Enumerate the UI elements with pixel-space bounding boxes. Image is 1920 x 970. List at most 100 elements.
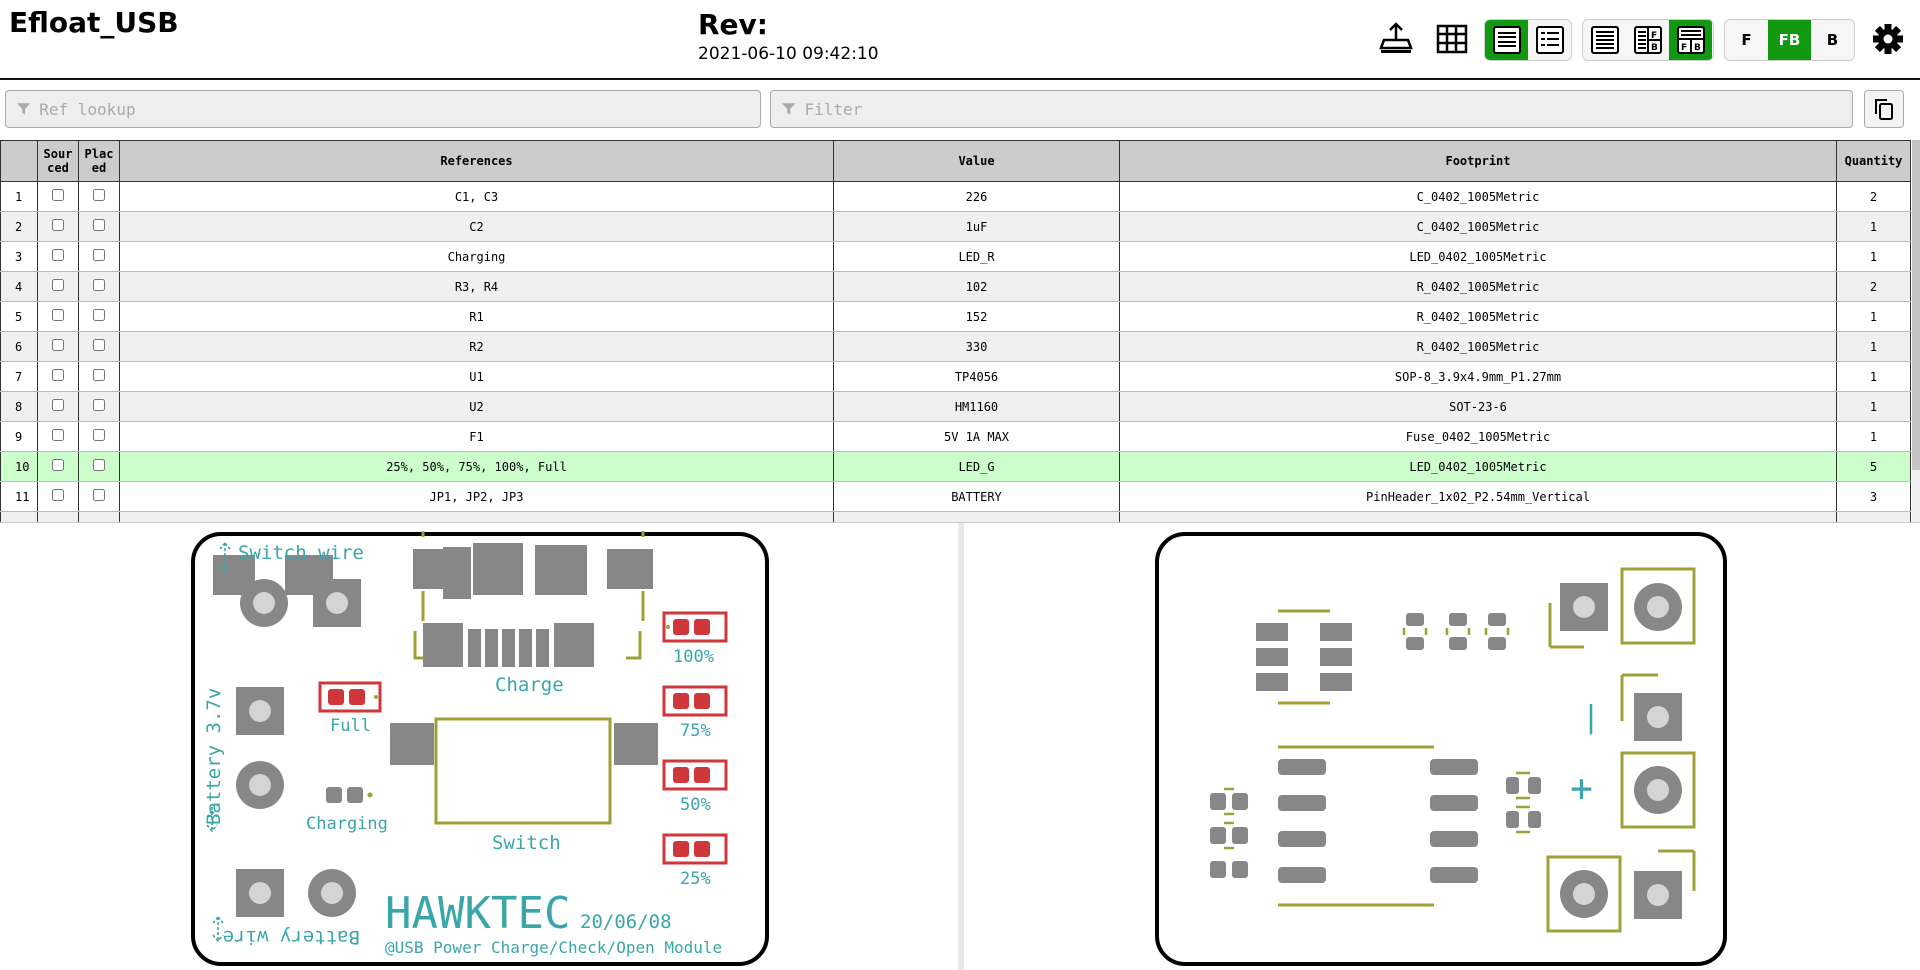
- sourced-checkbox[interactable]: [52, 369, 64, 381]
- bom-cell-index: 5: [0, 301, 38, 332]
- bom-cell-placed: [78, 271, 120, 302]
- bom-cell-quantity: 3: [1836, 481, 1911, 512]
- sourced-checkbox[interactable]: [52, 279, 64, 291]
- bom-cell-value: LED_R: [833, 241, 1120, 272]
- placed-checkbox[interactable]: [93, 279, 105, 291]
- bom-cell-references: F1: [119, 421, 834, 452]
- placed-checkbox[interactable]: [93, 399, 105, 411]
- bom-scrollbar[interactable]: [1912, 140, 1920, 522]
- upload-tray-icon: [1379, 22, 1413, 53]
- placed-checkbox[interactable]: [93, 249, 105, 261]
- led-50: [662, 759, 728, 791]
- sourced-checkbox[interactable]: [52, 219, 64, 231]
- svg-text:B: B: [1694, 43, 1701, 53]
- front-board-canvas[interactable]: Charge Switch wire 100% 75% 50% 25% Batt…: [190, 531, 770, 967]
- column-header-footprint[interactable]: Footprint: [1119, 140, 1837, 182]
- bom-grouped-button[interactable]: [1485, 20, 1528, 60]
- canvas-split-handle[interactable]: [958, 523, 964, 970]
- column-header-references[interactable]: References: [119, 140, 834, 182]
- bom-cell-placed: [78, 241, 120, 272]
- placed-checkbox[interactable]: [93, 489, 105, 501]
- bom-row[interactable]: 6 R2 330 R_0402_1005Metric 1: [0, 331, 1911, 362]
- column-header-sourced[interactable]: Sour ced: [37, 140, 79, 182]
- placed-checkbox[interactable]: [93, 339, 105, 351]
- column-header-value[interactable]: Value: [833, 140, 1120, 182]
- bom-row[interactable]: 8 U2 HM1160 SOT-23-6 1: [0, 391, 1911, 422]
- board-date: 20/06/08: [580, 911, 672, 933]
- bom-row[interactable]: 7 U1 TP4056 SOP-8_3.9x4.9mm_P1.27mm 1: [0, 361, 1911, 392]
- sourced-checkbox[interactable]: [52, 249, 64, 261]
- bom-row[interactable]: 4 R3, R4 102 R_0402_1005Metric 2: [0, 271, 1911, 302]
- bom-only-button[interactable]: [1583, 20, 1626, 60]
- bom-scrollbar-thumb[interactable]: [1912, 140, 1920, 470]
- settings-button[interactable]: [1866, 19, 1910, 59]
- back-board-canvas[interactable]: | +: [1154, 531, 1730, 967]
- placed-checkbox[interactable]: [93, 189, 105, 201]
- bom-row[interactable]: 1 C1, C3 226 C_0402_1005Metric 2: [0, 181, 1911, 212]
- bom-cell-references: Charging: [119, 241, 834, 272]
- bom-cell-footprint: R_0402_1005Metric: [1119, 301, 1837, 332]
- bom-cell-index: 10: [0, 451, 38, 482]
- bom-cell-references: R2: [119, 331, 834, 362]
- bom-cell-sourced: [37, 241, 79, 272]
- placed-checkbox[interactable]: [93, 219, 105, 231]
- bom-cell-quantity: 1: [1836, 241, 1911, 272]
- led-75: [662, 685, 728, 717]
- split-tb-icon: F B: [1676, 26, 1705, 54]
- sourced-checkbox[interactable]: [52, 339, 64, 351]
- bom-ungrouped-button[interactable]: [1528, 20, 1571, 60]
- minus-terminal-mark: |: [1582, 700, 1600, 735]
- bom-row[interactable]: 11 JP1, JP2, JP3 BATTERY PinHeader_1x02_P2.…: [0, 481, 1911, 512]
- sourced-checkbox[interactable]: [52, 309, 64, 321]
- bom-left-drawings-right-button[interactable]: F B: [1626, 20, 1669, 60]
- ref-lookup-input[interactable]: [37, 98, 760, 120]
- placed-checkbox[interactable]: [93, 309, 105, 321]
- bom-row[interactable]: 10 25%, 50%, 75%, 100%, Full LED_G LED_0402…: [0, 451, 1911, 482]
- bom-cell-index: 6: [0, 331, 38, 362]
- bom-cell-footprint: LED_0402_1005Metric: [1119, 241, 1837, 272]
- bom-cell-value: 5V 1A MAX: [833, 421, 1120, 452]
- bom-cell-index: 8: [0, 391, 38, 422]
- column-header-index[interactable]: [0, 140, 38, 182]
- column-header-quantity[interactable]: Quantity: [1836, 140, 1911, 182]
- bom-row[interactable]: 2 C2 1uF C_0402_1005Metric 1: [0, 211, 1911, 242]
- sourced-checkbox[interactable]: [52, 189, 64, 201]
- bom-cell-placed: [78, 361, 120, 392]
- front-layer-button[interactable]: F: [1725, 20, 1768, 60]
- bom-row[interactable]: 3 Charging LED_R LED_0402_1005Metric 1: [0, 241, 1911, 272]
- bom-cell-footprint: R_0402_1005Metric: [1119, 331, 1837, 362]
- svg-text:F: F: [1681, 43, 1687, 53]
- bom-top-drawings-bottom-button[interactable]: F B: [1669, 20, 1712, 60]
- bom-row[interactable]: 9 F1 5V 1A MAX Fuse_0402_1005Metric 1: [0, 421, 1911, 452]
- bom-cell-footprint: SOP-8_3.9x4.9mm_P1.27mm: [1119, 361, 1837, 392]
- split-lr-icon: F B: [1633, 26, 1662, 54]
- bom-cell-quantity: 2: [1836, 271, 1911, 302]
- bom-header-row: Sour ced Plac ed References Value Footpr…: [0, 140, 1911, 182]
- sourced-checkbox[interactable]: [52, 459, 64, 471]
- bom-cell-index: 9: [0, 421, 38, 452]
- placed-checkbox[interactable]: [93, 459, 105, 471]
- bom-cell-value: 330: [833, 331, 1120, 362]
- bom-cell-placed: [78, 481, 120, 512]
- front-label-switch-wire: Switch wire: [238, 542, 364, 564]
- copy-bom-button[interactable]: [1864, 90, 1904, 128]
- column-header-placed[interactable]: Plac ed: [78, 140, 120, 182]
- back-layer-button[interactable]: B: [1811, 20, 1854, 60]
- netlist-grid-button[interactable]: [1430, 19, 1474, 59]
- bom-cell-references: C1, C3: [119, 181, 834, 212]
- sourced-checkbox[interactable]: [52, 429, 64, 441]
- bom-cell-footprint: R_0402_1005Metric: [1119, 271, 1837, 302]
- placed-checkbox[interactable]: [93, 369, 105, 381]
- sourced-checkbox[interactable]: [52, 489, 64, 501]
- bom-row[interactable]: 5 R1 152 R_0402_1005Metric 1: [0, 301, 1911, 332]
- load-pnp-button[interactable]: [1374, 19, 1418, 59]
- both-layers-button[interactable]: FB: [1768, 20, 1811, 60]
- board-title: Efloat_USB: [9, 6, 179, 39]
- filter-input[interactable]: [802, 98, 1852, 120]
- placed-checkbox[interactable]: [93, 429, 105, 441]
- front-label-25: 25%: [680, 869, 711, 889]
- board-canvas-area: Charge Switch wire 100% 75% 50% 25% Batt…: [0, 522, 1920, 970]
- bom-cell-placed: [78, 391, 120, 422]
- sourced-checkbox[interactable]: [52, 399, 64, 411]
- filter-box: [770, 90, 1853, 128]
